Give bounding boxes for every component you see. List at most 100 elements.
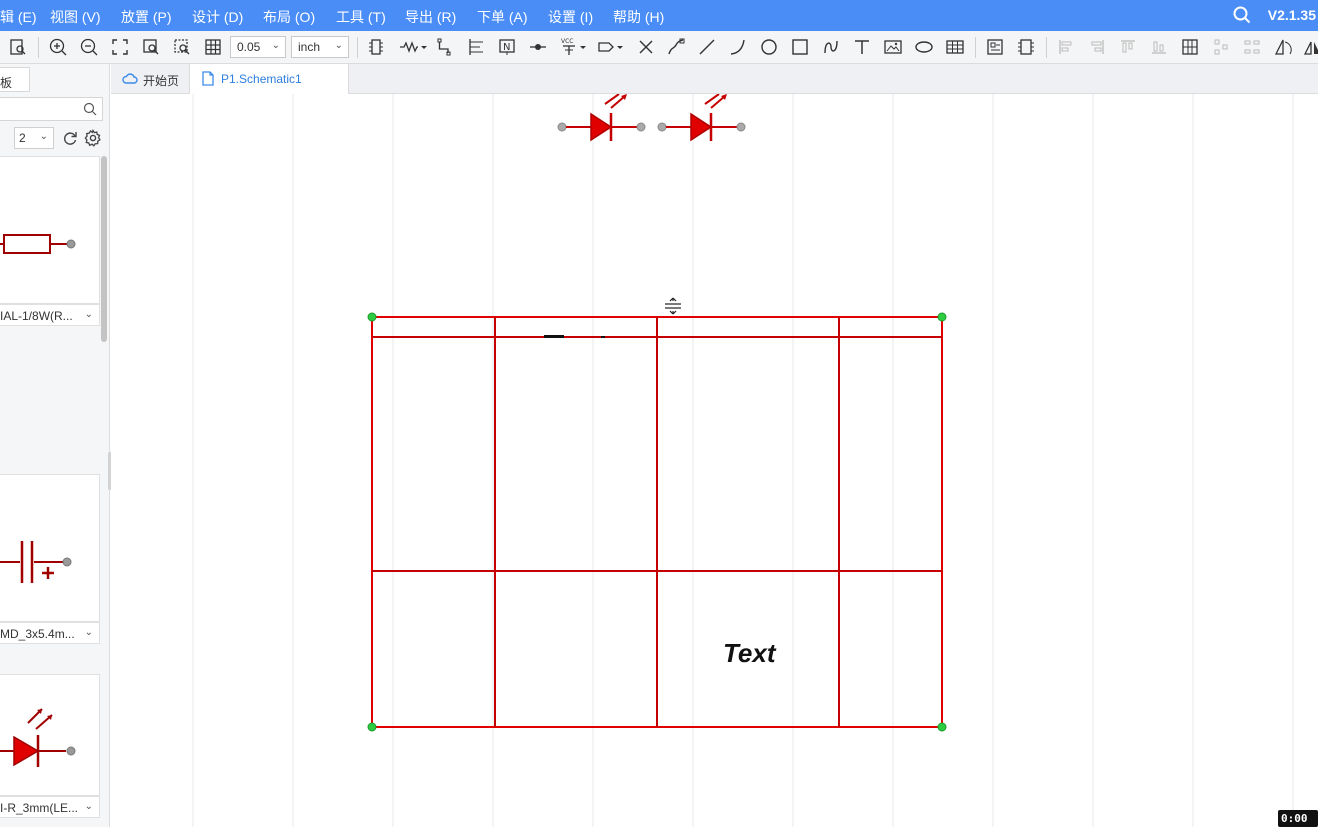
library-card-resistor[interactable] [0, 156, 100, 304]
align-right-icon[interactable] [1087, 37, 1107, 57]
led-component[interactable] [557, 94, 646, 142]
text-icon[interactable] [852, 37, 872, 57]
freehand-icon[interactable] [666, 37, 686, 57]
menu-help[interactable]: 帮助 (H) [613, 7, 664, 27]
chevron-down-icon: ⌄ [334, 40, 343, 51]
align-bottom-icon[interactable] [1149, 37, 1169, 57]
capacitor-symbol-icon [0, 541, 72, 583]
grid-size-select[interactable]: 0.05 ⌄ [230, 36, 286, 58]
resize-handle [367, 312, 377, 322]
image-icon[interactable] [883, 37, 903, 57]
flip-icon[interactable] [1302, 37, 1318, 57]
panel-tab-label: 板 [0, 76, 13, 90]
search-icon[interactable] [83, 102, 97, 116]
svg-text:VCC: VCC [561, 38, 573, 45]
tab-schematic[interactable]: P1.Schematic1 [189, 64, 349, 94]
net-port-icon[interactable] [597, 37, 627, 57]
menu-place[interactable]: 放置 (P) [121, 7, 172, 27]
unit-select[interactable]: inch ⌄ [291, 36, 349, 58]
library-panel: 板 2 ⌄ IAL-1/8W(R... ⌄ MD_3x5.4m... ⌄ I-R… [0, 64, 110, 827]
chevron-down-icon: ⌄ [39, 131, 48, 142]
arc-icon[interactable] [728, 37, 748, 57]
grid-icon[interactable] [203, 37, 223, 57]
table-cell-text-fragment [601, 336, 605, 338]
rectangle-icon[interactable] [790, 37, 810, 57]
menu-layout[interactable]: 布局 (O) [263, 7, 315, 27]
zoom-out-icon[interactable] [79, 37, 99, 57]
rotate-icon[interactable] [1273, 37, 1293, 57]
chevron-down-icon: ⌄ [84, 627, 93, 638]
bus-icon[interactable] [436, 37, 456, 57]
net-label-icon[interactable]: N [497, 37, 517, 57]
component-icon[interactable] [366, 37, 386, 57]
recording-timer: 0:00 [1278, 810, 1318, 827]
panel-scrollbar[interactable] [101, 156, 107, 342]
chevron-down-icon: ⌄ [84, 309, 93, 320]
resize-cursor-icon [665, 297, 681, 315]
cloud-icon [122, 73, 138, 84]
panel-tab[interactable]: 板 [0, 67, 30, 92]
canvas-grid [192, 94, 1294, 827]
menu-design[interactable]: 设计 (D) [192, 7, 243, 27]
ellipse-icon[interactable] [914, 37, 934, 57]
distribute-grid-icon[interactable] [1242, 37, 1262, 57]
library-card-led[interactable] [0, 674, 100, 796]
tab-label: P1.Schematic1 [221, 72, 302, 86]
library-card-label[interactable]: I-R_3mm(LE... ⌄ [0, 796, 100, 818]
no-connect-icon[interactable] [636, 37, 656, 57]
fit-view-icon[interactable] [110, 37, 130, 57]
menu-export[interactable]: 导出 (R) [405, 7, 456, 27]
resize-handle [937, 722, 947, 732]
toolbar: 0.05 ⌄ inch ⌄ N VCC [0, 31, 1318, 64]
table-icon[interactable] [945, 37, 965, 57]
zoom-in-icon[interactable] [48, 37, 68, 57]
resize-handle [937, 312, 947, 322]
chevron-down-icon: ⌄ [84, 801, 93, 812]
led-component[interactable] [657, 94, 746, 142]
app-version: V2.1.35 [1267, 7, 1316, 23]
zoom-selection-icon[interactable] [172, 37, 192, 57]
menu-bar: 辑 (E) 视图 (V) 放置 (P) 设计 (D) 布局 (O) 工具 (T)… [0, 0, 1318, 31]
menu-tools[interactable]: 工具 (T) [336, 7, 386, 27]
menu-view[interactable]: 视图 (V) [50, 7, 101, 27]
net-flag-icon[interactable] [528, 37, 548, 57]
line-icon[interactable] [697, 37, 717, 57]
menu-edit[interactable]: 辑 (E) [0, 7, 37, 27]
led-symbol-icon [0, 708, 76, 767]
zoom-area-icon[interactable] [141, 37, 161, 57]
wire-icon[interactable] [398, 37, 428, 57]
document-tabs: 开始页 P1.Schematic1 [111, 64, 1318, 94]
table-shape[interactable] [371, 316, 943, 728]
tab-label: 开始页 [143, 74, 180, 88]
circle-icon[interactable] [759, 37, 779, 57]
menu-settings[interactable]: 设置 (I) [548, 7, 593, 27]
netlist-icon[interactable] [985, 37, 1005, 57]
resistor-symbol-icon [0, 234, 76, 254]
bus-entry-icon[interactable] [466, 37, 486, 57]
file-icon [202, 71, 214, 86]
menu-order[interactable]: 下单 (A) [477, 7, 528, 27]
settings-icon[interactable] [84, 129, 102, 147]
bezier-icon[interactable] [821, 37, 841, 57]
page-select[interactable]: 2 ⌄ [14, 127, 54, 149]
print-preview-icon[interactable] [8, 37, 28, 57]
table-cell-text-fragment [544, 335, 564, 338]
align-left-icon[interactable] [1056, 37, 1076, 57]
refresh-icon[interactable] [61, 129, 79, 147]
distribute-h-icon[interactable] [1180, 37, 1200, 57]
chevron-down-icon: ⌄ [271, 40, 280, 51]
resize-handle [367, 722, 377, 732]
library-card-label[interactable]: MD_3x5.4m... ⌄ [0, 622, 100, 644]
vcc-icon[interactable]: VCC [559, 37, 589, 57]
align-top-icon[interactable] [1118, 37, 1138, 57]
table-cell-text: Text [723, 638, 777, 668]
bom-icon[interactable] [1016, 37, 1036, 57]
library-card-capacitor[interactable] [0, 474, 100, 622]
schematic-canvas[interactable]: Text [111, 94, 1318, 827]
distribute-v-icon[interactable] [1211, 37, 1231, 57]
svg-text:N: N [503, 42, 510, 53]
search-icon[interactable] [1233, 6, 1251, 24]
library-card-label[interactable]: IAL-1/8W(R... ⌄ [0, 304, 100, 326]
tab-start-page[interactable]: 开始页 [111, 64, 189, 94]
library-search-input[interactable] [0, 97, 103, 121]
